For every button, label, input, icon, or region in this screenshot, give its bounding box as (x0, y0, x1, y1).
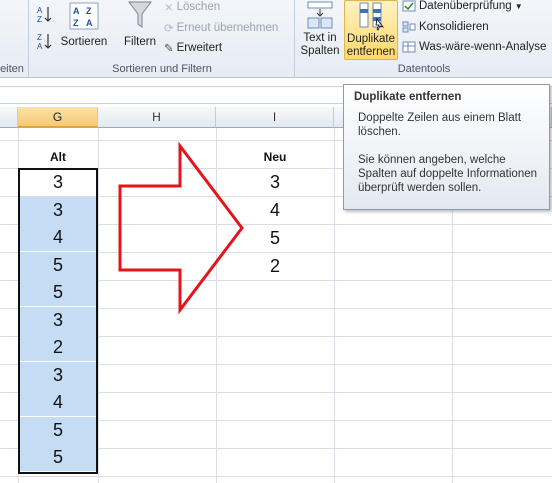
consolidate-label: Konsolidieren (419, 21, 489, 33)
cell-g-value[interactable]: 5 (18, 282, 98, 303)
svg-text:Z: Z (73, 18, 79, 28)
filter-button[interactable]: Filtern (119, 0, 161, 49)
sort-az-icon: A Z (37, 6, 52, 24)
grid-line (334, 128, 335, 483)
grid-line (98, 128, 99, 483)
text-to-columns-label-1: Text in (303, 32, 337, 44)
sort-dialog-icon: A Z Z A (69, 2, 99, 30)
cell-g-value[interactable]: 3 (18, 365, 98, 386)
consolidate-icon (402, 21, 416, 33)
tooltip-paragraph-2: Sie können angeben, welche Spalten auf d… (358, 154, 538, 194)
text-to-columns-label-2: Spalten (300, 45, 340, 57)
sort-ascending-button[interactable]: A Z (36, 4, 52, 24)
advanced-filter-label: Erweitert (176, 42, 223, 54)
data-validation-label: Datenüberprüfung (419, 0, 512, 12)
sort-descending-button[interactable]: Z A (36, 31, 52, 51)
advanced-filter-icon: ✎ (164, 43, 174, 55)
tooltip-paragraph-1: Doppelte Zeilen aus einem Blatt löschen. (358, 112, 522, 138)
filter-funnel-icon (128, 1, 152, 28)
data-validation-icon (402, 0, 416, 12)
cell-g-value[interactable]: 5 (18, 447, 98, 468)
group-separator (28, 0, 29, 78)
svg-text:A: A (37, 6, 43, 15)
cell-g-header[interactable]: Alt (18, 150, 98, 164)
text-to-columns-button[interactable]: Text in Spalten (298, 0, 342, 58)
sort-button-label: Sortieren (60, 36, 108, 48)
remove-duplicates-tooltip: Duplikate entfernen Doppelte Zeilen aus … (343, 84, 550, 210)
cell-g-value[interactable]: 3 (18, 172, 98, 193)
column-header-partial[interactable] (0, 107, 18, 128)
tooltip-title: Duplikate entfernen (354, 91, 462, 103)
data-validation-button[interactable]: Datenüberprüfung ▼ (402, 0, 523, 12)
svg-text:Z: Z (37, 15, 42, 24)
clear-filter-label: Löschen (176, 1, 221, 13)
remove-duplicates-label-1: Duplikate (347, 33, 395, 45)
cell-g-value[interactable]: 5 (18, 420, 98, 441)
column-header-g[interactable]: G (18, 107, 98, 128)
column-header-h[interactable]: H (98, 107, 216, 128)
reapply-icon: ⟳ (164, 23, 174, 35)
red-arrow-shape (118, 141, 244, 315)
clear-filter-icon: ⨯ (164, 2, 174, 14)
what-if-icon (402, 41, 416, 53)
svg-text:A: A (37, 42, 43, 51)
remove-duplicates-label-2: entfernen (346, 46, 396, 58)
svg-text:A: A (73, 6, 80, 16)
svg-text:Z: Z (37, 33, 42, 42)
partial-group-label: eiten (0, 63, 24, 75)
column-header-i[interactable]: I (216, 107, 334, 128)
data-tools-group-label: Datentools (397, 63, 451, 75)
filter-button-label: Filtern (124, 36, 156, 48)
cell-g-value[interactable]: 5 (18, 255, 98, 276)
advanced-filter-button[interactable]: ✎ Erweitert (164, 41, 222, 55)
what-if-analysis-button[interactable]: Was-wäre-wenn-Analyse (402, 41, 546, 53)
consolidate-button[interactable]: Konsolidieren (402, 21, 489, 33)
remove-duplicates-icon (359, 2, 385, 31)
group-separator (294, 0, 295, 78)
cell-g-value[interactable]: 3 (18, 310, 98, 331)
sort-za-icon: Z A (37, 33, 52, 51)
cell-g-value[interactable]: 4 (18, 227, 98, 248)
what-if-label: Was-wäre-wenn-Analyse (419, 41, 547, 53)
reapply-label: Erneut übernehmen (176, 22, 279, 34)
chevron-down-icon: ▼ (514, 1, 523, 11)
grid-line (0, 476, 552, 477)
ribbon: eiten A Z Z A A Z Z A Sortieren Filtern (0, 0, 552, 78)
remove-duplicates-button[interactable]: Duplikate entfernen (344, 0, 398, 60)
reapply-filter-button[interactable]: ⟳ Erneut übernehmen (164, 21, 278, 35)
svg-text:A: A (86, 18, 93, 28)
cell-g-value[interactable]: 4 (18, 392, 98, 413)
sort-button[interactable]: A Z Z A Sortieren (59, 2, 109, 49)
text-to-columns-icon (307, 1, 333, 29)
svg-text:Z: Z (86, 6, 92, 16)
clear-filter-button[interactable]: ⨯ Löschen (164, 0, 220, 14)
cell-g-value[interactable]: 3 (18, 200, 98, 221)
sort-filter-group-label: Sortieren und Filtern (112, 63, 212, 75)
cell-g-value[interactable]: 2 (18, 337, 98, 358)
